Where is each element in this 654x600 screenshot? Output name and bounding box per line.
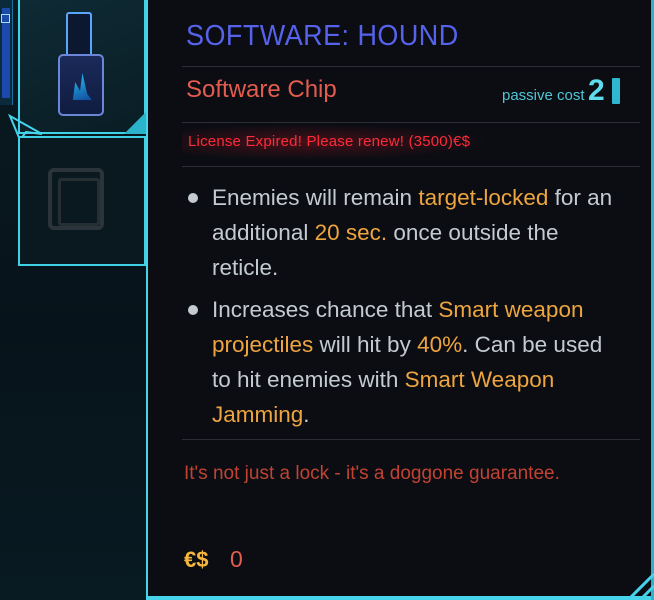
effect-bullet: Increases chance that Smart weapon proje…	[186, 292, 626, 432]
inventory-column	[0, 0, 160, 600]
hound-emblem-icon	[72, 73, 92, 100]
empty-chip-slot-icon	[48, 168, 104, 230]
price-value: 0	[230, 546, 243, 572]
bullet-dot-icon	[188, 193, 198, 203]
left-edge-tab	[0, 0, 13, 105]
passive-cost-value: 2	[588, 74, 605, 107]
effect-text-part: Increases chance that	[212, 297, 439, 322]
divider	[182, 122, 640, 123]
flavor-text: It's not just a lock - it's a doggone gu…	[184, 463, 560, 484]
effect-bullet: Enemies will remain target-locked for an…	[186, 180, 626, 285]
effect-highlight: 20 sec.	[314, 220, 388, 245]
effect-text: Enemies will remain target-locked for an…	[212, 185, 612, 280]
chip-clip-icon	[66, 12, 92, 60]
effect-highlight: target-locked	[418, 185, 549, 210]
effect-text: Increases chance that Smart weapon proje…	[212, 297, 602, 427]
item-type: Software Chip	[186, 76, 337, 103]
divider	[182, 166, 640, 167]
eurodollar-icon: €$	[184, 547, 209, 572]
item-title: SOFTWARE: HOUND	[186, 20, 459, 52]
effect-text-part: Enemies will remain	[212, 185, 419, 210]
effect-highlight: 40%	[417, 332, 463, 357]
passive-cost-label: passive cost	[502, 87, 585, 104]
panel-corner-mark-icon	[626, 572, 654, 600]
effects-list: Enemies will remain target-locked for an…	[186, 180, 626, 439]
capacity-bar-icon	[612, 78, 620, 104]
slot-corner-mark-icon	[124, 112, 146, 134]
effect-text-part: will hit by	[313, 332, 418, 357]
effect-text-part: .	[303, 402, 310, 427]
checkbox-icon	[1, 14, 10, 23]
divider	[182, 66, 640, 67]
software-chip-icon	[58, 54, 104, 116]
bullet-dot-icon	[188, 305, 198, 315]
license-warning: License Expired! Please renew! (3500)€$	[188, 133, 471, 150]
divider	[182, 439, 640, 440]
panel-bottom-border	[146, 596, 654, 600]
